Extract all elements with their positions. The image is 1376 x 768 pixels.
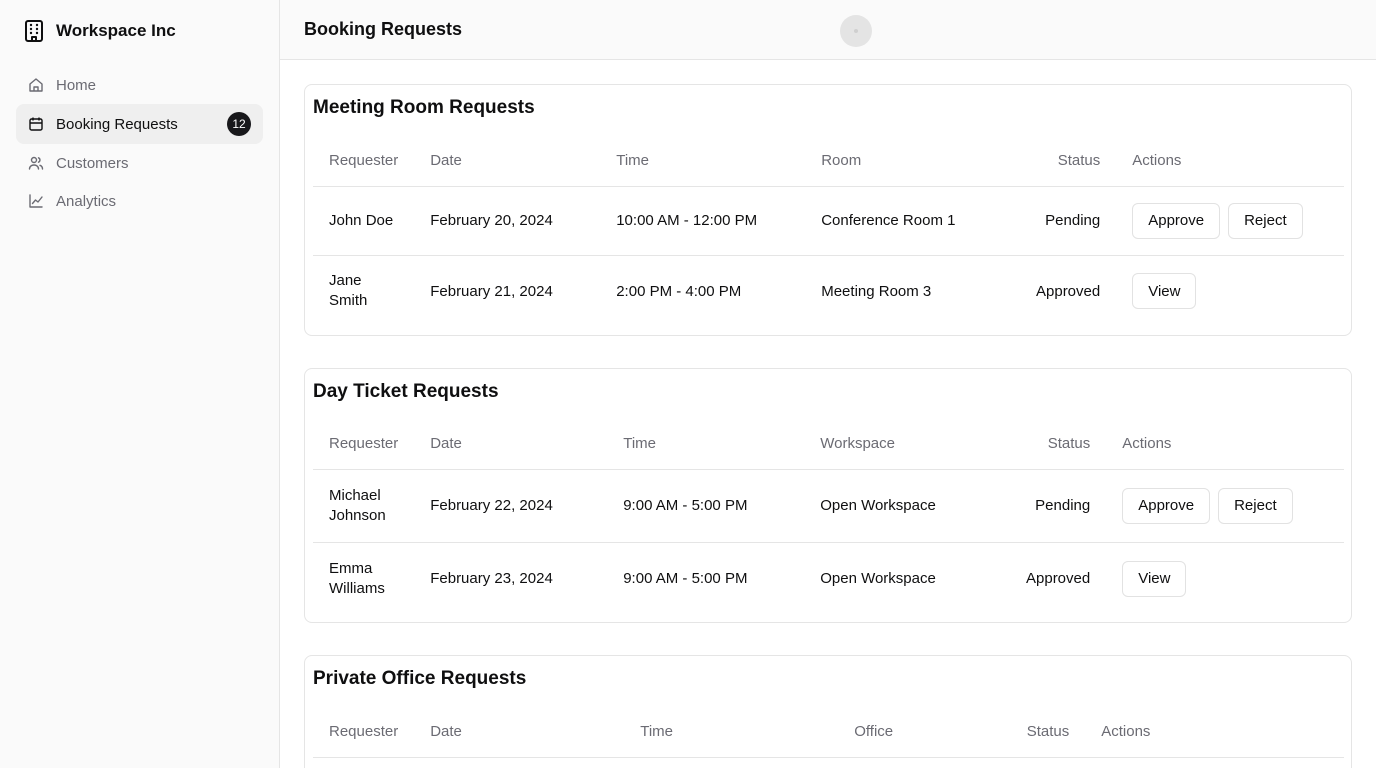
column-header: Workspace [820,435,895,453]
card-title: Meeting Room Requests [313,97,535,118]
column-header: Office [854,723,894,741]
approve-button[interactable]: Approve [1132,202,1221,239]
time-cell: 9:00 AM - 5:00 PM [623,570,748,588]
status-cell: Approved [1036,282,1101,300]
table-row: Michael Johnson February 22, 2024 9:00 A… [313,469,1344,542]
column-header: Status [1047,435,1091,453]
column-header: Date [430,435,462,453]
status-cell: Pending [1035,497,1091,514]
sidebar-item-booking-requests[interactable]: Booking Requests 12 [16,104,263,144]
requester-cell: John Doe [329,211,394,229]
column-header: Time [623,435,656,453]
reject-button[interactable]: Reject [1218,487,1293,524]
table-header-row: Requester Date Time Workspace Status Act… [313,419,1344,469]
sidebar: Workspace Inc Home Booking Requests 12 C… [0,0,280,768]
date-cell: February 22, 2024 [430,497,553,514]
column-header: Status [1057,152,1101,170]
sidebar-item-label: Booking Requests [56,115,178,133]
reject-button[interactable]: Reject [1228,202,1303,239]
workspace-cell: Open Workspace [820,570,936,588]
view-button[interactable]: View [1122,560,1187,597]
building-icon [24,19,44,43]
actions-cell: View [1106,542,1344,615]
column-header: Date [430,152,462,170]
sidebar-item-analytics[interactable]: Analytics [16,182,263,220]
count-badge: 12 [227,112,251,136]
table-header-row: Requester Date Time Room Status Actions [313,136,1344,186]
home-icon [28,77,44,93]
sidebar-item-customers[interactable]: Customers [16,144,263,182]
private-office-table: Requester Date Time Office Status Action… [313,707,1344,758]
private-office-card: Private Office Requests Requester Date T… [304,655,1352,768]
column-header: Time [616,152,649,170]
column-header: Status [1026,723,1070,741]
column-header: Date [430,723,462,741]
requester-cell: Emma Williams [329,559,385,597]
date-cell: February 20, 2024 [430,212,553,229]
sidebar-item-home[interactable]: Home [16,66,263,104]
room-cell: Conference Room 1 [821,212,956,229]
sidebar-item-label: Customers [56,154,129,172]
requester-cell: Jane Smith [329,272,368,310]
calendar-icon [28,116,44,132]
date-cell: February 21, 2024 [430,282,553,300]
actions-cell: Approve Reject [1106,469,1344,542]
column-header: Requester [329,435,399,453]
table-row: Jane Smith February 21, 2024 2:00 PM - 4… [313,255,1344,327]
status-cell: Approved [1026,570,1091,588]
room-cell: Meeting Room 3 [821,282,932,300]
line-chart-icon [28,193,44,209]
column-header: Time [640,723,673,741]
date-cell: February 23, 2024 [430,570,553,588]
time-cell: 2:00 PM - 4:00 PM [616,282,742,300]
card-title: Private Office Requests [313,668,527,689]
column-header: Room [821,152,862,170]
column-header: Requester [329,152,399,170]
main-content: Meeting Room Requests Requester Date Tim… [280,60,1376,768]
workspace-cell: Open Workspace [820,497,936,514]
actions-cell: Approve Reject [1116,186,1344,255]
column-header: Actions [1101,723,1151,741]
brand[interactable]: Workspace Inc [24,17,176,45]
day-ticket-card: Day Ticket Requests Requester Date Time … [304,368,1352,623]
view-button[interactable]: View [1132,273,1197,310]
avatar[interactable] [840,15,872,47]
column-header: Requester [329,723,399,741]
page-title: Booking Requests [304,19,463,39]
sidebar-nav: Home Booking Requests 12 Customers Analy… [16,66,263,220]
meeting-room-card: Meeting Room Requests Requester Date Tim… [304,84,1352,336]
approve-button[interactable]: Approve [1122,487,1211,524]
sidebar-item-label: Home [56,76,97,94]
brand-name: Workspace Inc [56,21,176,40]
status-cell: Pending [1045,212,1101,229]
time-cell: 10:00 AM - 12:00 PM [616,212,758,229]
column-header: Actions [1132,152,1182,170]
table-row: John Doe February 20, 2024 10:00 AM - 12… [313,186,1344,255]
day-ticket-table: Requester Date Time Workspace Status Act… [313,419,1344,615]
actions-cell: View [1116,255,1344,327]
users-icon [28,155,44,171]
sidebar-item-label: Analytics [56,192,117,210]
table-row: Emma Williams February 23, 2024 9:00 AM … [313,542,1344,615]
card-title: Day Ticket Requests [313,381,499,402]
column-header: Actions [1122,435,1172,453]
meeting-room-table: Requester Date Time Room Status Actions … [313,136,1344,327]
top-bar: Booking Requests [280,0,1376,60]
table-header-row: Requester Date Time Office Status Action… [313,707,1344,757]
requester-cell: Michael Johnson [329,486,386,524]
time-cell: 9:00 AM - 5:00 PM [623,497,748,514]
